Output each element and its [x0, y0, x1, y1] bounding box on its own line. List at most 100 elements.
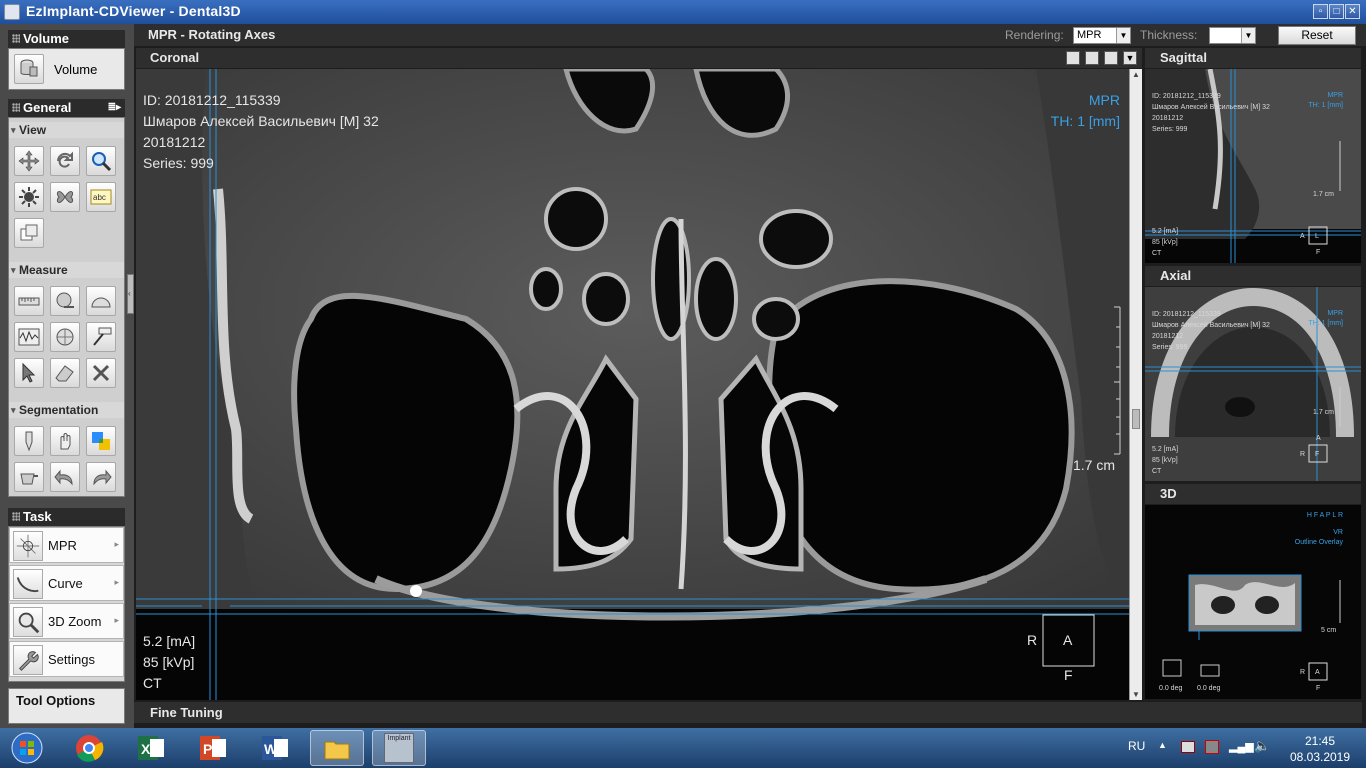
measure-subheader[interactable]: Measure	[9, 262, 124, 278]
annotation-text-icon[interactable]: abc	[86, 182, 116, 212]
svg-text:X: X	[141, 741, 151, 757]
excel-icon[interactable]: X	[124, 730, 178, 766]
axial-orient-box: F	[1315, 451, 1320, 458]
general-section-header: General ≣▸	[8, 99, 125, 117]
task-section-header: Task	[8, 508, 125, 526]
word-icon[interactable]: W	[248, 730, 302, 766]
angle-icon[interactable]	[86, 286, 116, 316]
arrow-note-icon[interactable]	[86, 322, 116, 352]
hand-select-icon[interactable]	[50, 426, 80, 456]
thickness-select[interactable]: ▼	[1209, 27, 1256, 44]
rotate-icon[interactable]	[50, 146, 80, 176]
reset-button[interactable]: Reset	[1278, 26, 1356, 45]
app-icon	[4, 4, 20, 20]
mpr-icon	[13, 531, 43, 561]
network-warning-icon[interactable]	[1205, 740, 1219, 754]
close-icon[interactable]: ✕	[1345, 4, 1360, 19]
3d-orient-left: R	[1300, 669, 1306, 676]
3d-overlay-label: Outline Overlay	[1294, 539, 1343, 546]
rendering-select[interactable]: MPR ▼	[1073, 27, 1131, 44]
bucket-icon[interactable]	[14, 462, 44, 492]
view-subheader[interactable]: View	[9, 122, 124, 138]
left-tool-panel: Volume Volume General≣▸ View abc Measure…	[0, 24, 134, 728]
mpr-toolbar-title: MPR - Rotating Axes	[148, 27, 276, 42]
maximize-icon[interactable]: □	[1329, 4, 1344, 19]
fine-tuning-bar[interactable]: Fine Tuning	[134, 702, 1362, 723]
3d-rotation-deg-1[interactable]: 0.0 deg	[1159, 683, 1182, 694]
3d-orient-box: A	[1315, 669, 1320, 676]
rendering-label: Rendering:	[1005, 28, 1064, 42]
segmentation-subheader[interactable]: Segmentation	[9, 402, 124, 418]
task-mpr-button[interactable]: MPR ▸	[9, 527, 124, 563]
implant-app-icon[interactable]: Implant	[372, 730, 426, 766]
volume-button-label[interactable]: Volume	[54, 62, 97, 77]
sagittal-viewport[interactable]: ID: 20181212_115339 Шмаров Алексей Василь…	[1145, 69, 1361, 263]
task-settings-button[interactable]: Settings	[9, 641, 124, 677]
collapse-panel-handle[interactable]: ‹	[127, 274, 134, 314]
brush-icon[interactable]	[14, 426, 44, 456]
eraser-icon[interactable]	[50, 358, 80, 388]
thickness-label: Thickness:	[1140, 28, 1198, 42]
action-center-icon[interactable]	[1181, 741, 1195, 753]
powerpoint-icon[interactable]: P	[186, 730, 240, 766]
system-clock[interactable]: 21:45 08.03.2019	[1280, 733, 1360, 765]
undo-icon[interactable]	[50, 462, 80, 492]
select-pointer-icon[interactable]	[14, 358, 44, 388]
coronal-header: Coronal ▼	[136, 48, 1142, 68]
ruler-icon[interactable]	[14, 286, 44, 316]
filter-icon[interactable]	[50, 182, 80, 212]
scroll-down-icon[interactable]: ▼	[1132, 690, 1140, 699]
volume-tray-icon[interactable]: 🔈	[1254, 738, 1270, 754]
task-curve-button[interactable]: Curve ▸	[9, 565, 124, 601]
coronal-scrollbar[interactable]: ▲ ▼	[1129, 69, 1142, 700]
3d-orientation-buttons[interactable]: H F A P L R	[1307, 511, 1343, 521]
scrollbar-thumb[interactable]	[1132, 409, 1140, 429]
sagittal-acquisition-info: 5.2 [mA] 85 [kVp] CT	[1152, 228, 1179, 257]
mpr-toolbar: MPR - Rotating Axes Rendering: MPR ▼ Thic…	[134, 24, 1366, 46]
signal-icon[interactable]: ▂▄▆	[1229, 740, 1254, 753]
restore-icon[interactable]: ▫	[1313, 4, 1328, 19]
layout-grid-icon[interactable]	[1085, 51, 1099, 65]
3d-rotation-deg-2[interactable]: 0.0 deg	[1197, 683, 1220, 694]
tape-measure-icon[interactable]	[50, 286, 80, 316]
3d-scale-label: 5 cm	[1321, 627, 1337, 634]
coronal-viewport[interactable]: ID: 20181212_115339 Шмаров Алексей Васил…	[136, 69, 1129, 700]
windows-taskbar: X P W Implant RU ▲ ▂▄▆ 🔈 21:45 08.03.2019	[0, 728, 1366, 768]
3d-zoom-icon	[13, 607, 43, 637]
redo-icon[interactable]	[86, 462, 116, 492]
3d-viewport[interactable]: H F A P L R VR Outline Overlay 5 cm 0.0 …	[1145, 505, 1361, 699]
coronal-patient-info: ID: 20181212_115339 Шмаров Алексей Васил…	[143, 92, 379, 171]
tray-expand-icon[interactable]: ▲	[1158, 740, 1167, 750]
volume-icon[interactable]	[14, 54, 44, 84]
tool-options-title: Tool Options	[16, 693, 96, 708]
delete-measure-icon[interactable]	[86, 358, 116, 388]
language-indicator[interactable]: RU	[1128, 739, 1145, 753]
zoom-icon[interactable]	[86, 146, 116, 176]
copy-view-icon[interactable]	[14, 218, 44, 248]
volume-section-header: Volume	[8, 30, 125, 48]
segment-color-icon[interactable]	[86, 426, 116, 456]
curve-icon	[13, 569, 43, 599]
view-menu-icon[interactable]: ▼	[1123, 51, 1137, 65]
explorer-icon[interactable]	[310, 730, 364, 766]
3d-mode-label: VR	[1333, 529, 1343, 536]
orientation-box-label: A	[1063, 632, 1073, 648]
sagittal-render-info: MPR TH: 1 [mm]	[1308, 92, 1343, 109]
profile-icon[interactable]	[14, 322, 44, 352]
sagittal-patient-info: ID: 20181212_115339 Шмаров Алексей Василь…	[1152, 93, 1270, 133]
fit-view-icon[interactable]	[1066, 51, 1080, 65]
sagittal-header: Sagittal	[1145, 48, 1361, 68]
menu-icon[interactable]: ≣▸	[108, 99, 121, 117]
chevron-down-icon: ▼	[1116, 28, 1130, 43]
axial-viewport[interactable]: ID: 20181212_115339 Шмаров Алексей Василь…	[1145, 287, 1361, 481]
chrome-icon[interactable]	[62, 730, 116, 766]
start-button-icon[interactable]	[0, 730, 54, 766]
pan-icon[interactable]	[14, 146, 44, 176]
scroll-up-icon[interactable]: ▲	[1132, 70, 1140, 79]
brightness-icon[interactable]	[14, 182, 44, 212]
maximize-view-icon[interactable]	[1104, 51, 1118, 65]
region-icon[interactable]	[50, 322, 80, 352]
application-window: EzImplant-CDViewer - Dental3D ▫ □ ✕ Volu…	[0, 0, 1366, 768]
sagittal-orient-bottom: F	[1316, 249, 1321, 256]
task-3d-zoom-button[interactable]: 3D Zoom ▸	[9, 603, 124, 639]
